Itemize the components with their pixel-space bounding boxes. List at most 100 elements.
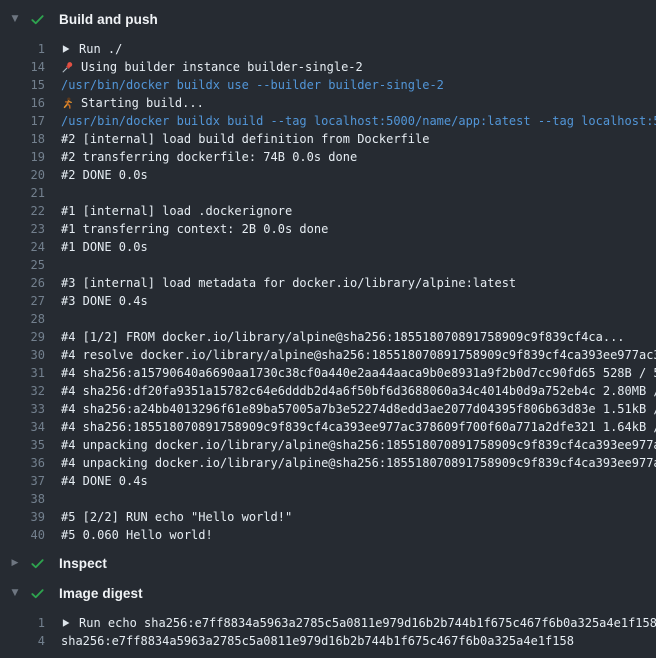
pushpin-icon — [61, 61, 74, 74]
log-line: 32#4 sha256:df20fa9351a15782c64e6dddb2d4… — [0, 382, 656, 400]
log-line: 25 — [0, 256, 656, 274]
line-number[interactable]: 33 — [0, 400, 61, 418]
actions-log-viewer: ▼Build and push1Run ./14Using builder in… — [0, 0, 656, 658]
log-line: 18#2 [internal] load build definition fr… — [0, 130, 656, 148]
log-line: 30#4 resolve docker.io/library/alpine@sh… — [0, 346, 656, 364]
log-line: 14Using builder instance builder-single-… — [0, 58, 656, 76]
line-number[interactable]: 31 — [0, 364, 61, 382]
log-line: 34#4 sha256:185518070891758909c9f839cf4c… — [0, 418, 656, 436]
line-number[interactable]: 38 — [0, 490, 61, 508]
line-number[interactable]: 18 — [0, 130, 61, 148]
line-number[interactable]: 15 — [0, 76, 61, 94]
log-line: 20#2 DONE 0.0s — [0, 166, 656, 184]
play-icon[interactable] — [61, 618, 71, 628]
log-text: Run echo sha256:e7ff8834a5963a2785c5a081… — [61, 614, 656, 632]
log-line: 31#4 sha256:a15790640a6690aa1730c38cf0a4… — [0, 364, 656, 382]
line-number[interactable]: 23 — [0, 220, 61, 238]
log-line: 26#3 [internal] load metadata for docker… — [0, 274, 656, 292]
line-number[interactable]: 14 — [0, 58, 61, 76]
caret-down-icon[interactable]: ▼ — [8, 15, 22, 24]
runner-icon — [61, 97, 74, 110]
line-number[interactable]: 21 — [0, 184, 61, 202]
log-text: Using builder instance builder-single-2 — [61, 58, 363, 76]
line-number[interactable]: 27 — [0, 292, 61, 310]
log-line: 40#5 0.060 Hello world! — [0, 526, 656, 544]
log-text: #4 sha256:a24bb4013296f61e89ba57005a7b3e… — [61, 400, 656, 418]
line-number[interactable]: 16 — [0, 94, 61, 112]
line-number[interactable]: 24 — [0, 238, 61, 256]
log-text: #4 DONE 0.4s — [61, 472, 148, 490]
line-number[interactable]: 36 — [0, 454, 61, 472]
log-line: 33#4 sha256:a24bb4013296f61e89ba57005a7b… — [0, 400, 656, 418]
log-line: 27#3 DONE 0.4s — [0, 292, 656, 310]
log-text: #2 [internal] load build definition from… — [61, 130, 429, 148]
caret-right-icon[interactable]: ▶ — [8, 559, 22, 568]
check-icon — [30, 556, 45, 571]
section-header-image-digest[interactable]: ▼Image digest — [0, 578, 656, 608]
log-text: #4 sha256:df20fa9351a15782c64e6dddb2d4a6… — [61, 382, 656, 400]
log-line: 35#4 unpacking docker.io/library/alpine@… — [0, 436, 656, 454]
log-line: 17/usr/bin/docker buildx build --tag loc… — [0, 112, 656, 130]
log-text: #4 sha256:a15790640a6690aa1730c38cf0a440… — [61, 364, 656, 382]
log-line: 24#1 DONE 0.0s — [0, 238, 656, 256]
line-number[interactable]: 17 — [0, 112, 61, 130]
line-number[interactable]: 40 — [0, 526, 61, 544]
log-text: #4 unpacking docker.io/library/alpine@sh… — [61, 436, 656, 454]
log-line: 19#2 transferring dockerfile: 74B 0.0s d… — [0, 148, 656, 166]
section-build-and-push: ▼ Build and push 1Run ./14Using builder in… — [0, 4, 656, 548]
log-line: 29#4 [1/2] FROM docker.io/library/alpine… — [0, 328, 656, 346]
section-image-digest: ▼Image digest 1Run echo sha256:e7ff8834a5… — [0, 578, 656, 654]
line-number[interactable]: 39 — [0, 508, 61, 526]
log-text: #1 transferring context: 2B 0.0s done — [61, 220, 328, 238]
log-lines-build-and-push: 1Run ./14Using builder instance builder-… — [0, 34, 656, 548]
log-text: #5 [2/2] RUN echo "Hello world!" — [61, 508, 292, 526]
log-text: /usr/bin/docker buildx use --builder bui… — [61, 76, 444, 94]
log-text: #5 0.060 Hello world! — [61, 526, 213, 544]
section-title: Build and push — [59, 12, 158, 27]
log-text: sha256:e7ff8834a5963a2785c5a0811e979d16b… — [61, 632, 574, 650]
log-text: #4 [1/2] FROM docker.io/library/alpine@s… — [61, 328, 625, 346]
line-number[interactable]: 37 — [0, 472, 61, 490]
play-icon[interactable] — [61, 44, 71, 54]
log-line: 22#1 [internal] load .dockerignore — [0, 202, 656, 220]
log-line: 21 — [0, 184, 656, 202]
line-number[interactable]: 4 — [0, 632, 61, 650]
caret-down-icon[interactable]: ▼ — [8, 589, 22, 598]
log-text: /usr/bin/docker buildx build --tag local… — [61, 112, 656, 130]
log-text: #2 transferring dockerfile: 74B 0.0s don… — [61, 148, 357, 166]
section-header-build-and-push[interactable]: ▼ Build and push — [0, 4, 656, 34]
line-number[interactable]: 34 — [0, 418, 61, 436]
line-number[interactable]: 1 — [0, 614, 61, 632]
log-text: #1 DONE 0.0s — [61, 238, 148, 256]
check-icon — [30, 12, 45, 27]
line-number[interactable]: 20 — [0, 166, 61, 184]
log-text: Run ./ — [61, 40, 122, 58]
log-text: Starting build... — [61, 94, 204, 112]
log-text: #1 [internal] load .dockerignore — [61, 202, 292, 220]
line-number[interactable]: 28 — [0, 310, 61, 328]
log-text: #4 unpacking docker.io/library/alpine@sh… — [61, 454, 656, 472]
line-number[interactable]: 30 — [0, 346, 61, 364]
line-number[interactable]: 26 — [0, 274, 61, 292]
log-line: 1Run echo sha256:e7ff8834a5963a2785c5a08… — [0, 614, 656, 632]
log-text: #3 [internal] load metadata for docker.i… — [61, 274, 516, 292]
line-number[interactable]: 1 — [0, 40, 61, 58]
log-line: 28 — [0, 310, 656, 328]
line-number[interactable]: 22 — [0, 202, 61, 220]
log-line: 1Run ./ — [0, 40, 656, 58]
line-number[interactable]: 32 — [0, 382, 61, 400]
line-number[interactable]: 29 — [0, 328, 61, 346]
line-number[interactable]: 25 — [0, 256, 61, 274]
check-icon — [30, 586, 45, 601]
log-text: #3 DONE 0.4s — [61, 292, 148, 310]
log-text: #4 resolve docker.io/library/alpine@sha2… — [61, 346, 656, 364]
log-lines-image-digest: 1Run echo sha256:e7ff8834a5963a2785c5a08… — [0, 608, 656, 654]
section-header-inspect[interactable]: ▶Inspect — [0, 548, 656, 578]
log-line: 16Starting build... — [0, 94, 656, 112]
log-line: 38 — [0, 490, 656, 508]
log-line: 15/usr/bin/docker buildx use --builder b… — [0, 76, 656, 94]
line-number[interactable]: 19 — [0, 148, 61, 166]
log-text: #4 sha256:185518070891758909c9f839cf4ca3… — [61, 418, 656, 436]
line-number[interactable]: 35 — [0, 436, 61, 454]
section-inspect: ▶Inspect — [0, 548, 656, 578]
